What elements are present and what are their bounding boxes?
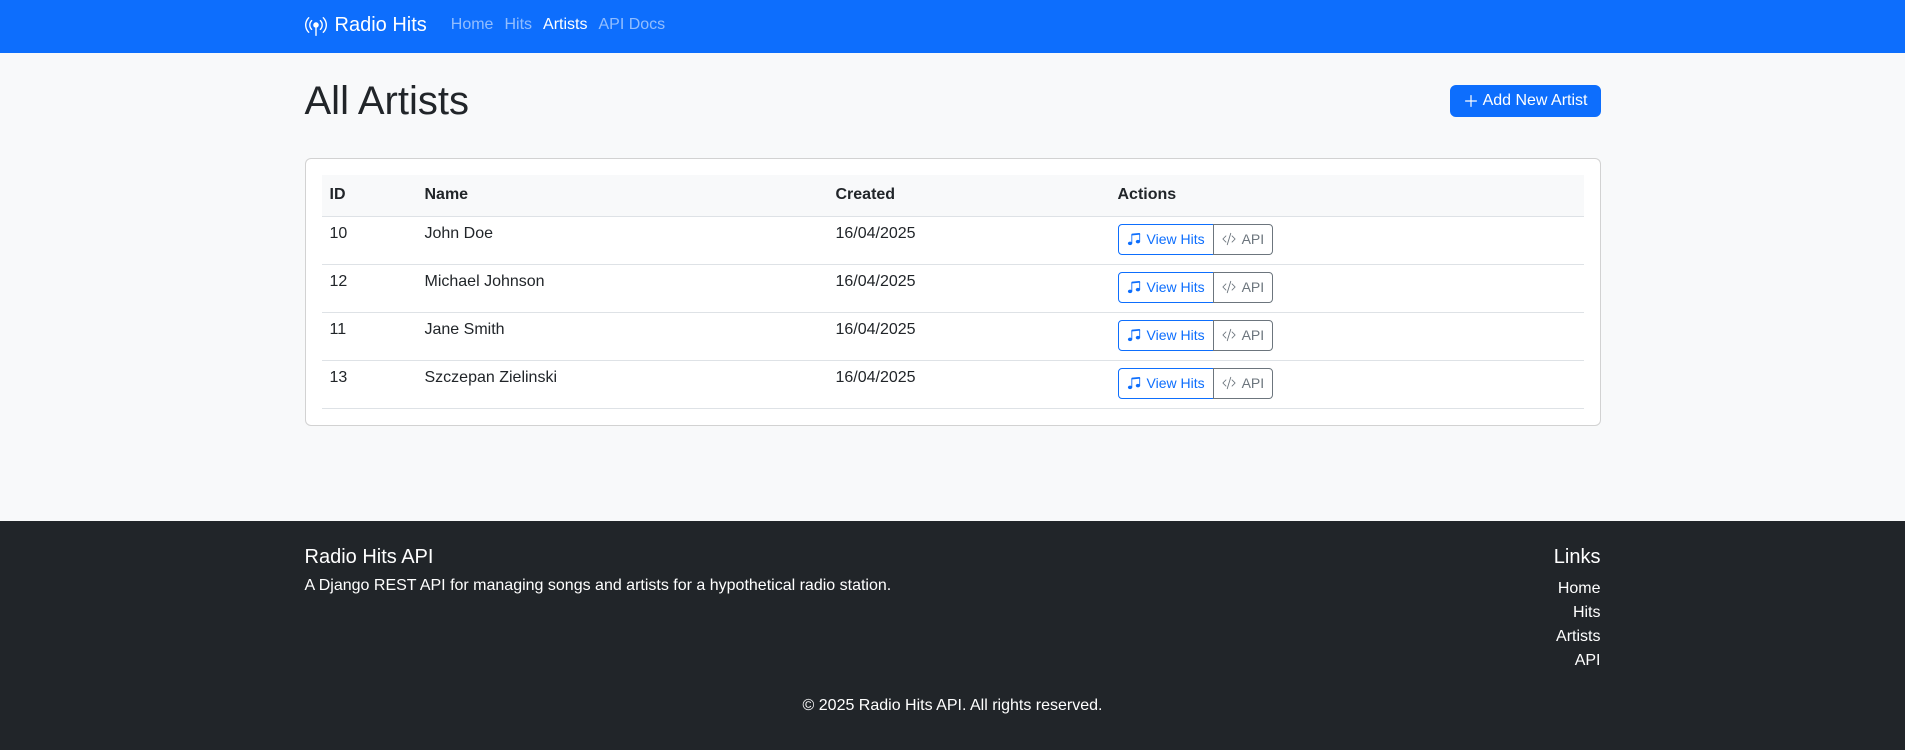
api-label: API xyxy=(1241,327,1265,343)
table-row: 13 Szczepan Zielinski 16/04/2025 View Hits A… xyxy=(321,360,1584,409)
api-button[interactable]: API xyxy=(1212,367,1274,399)
add-artist-button[interactable]: Add New Artist xyxy=(1449,85,1601,117)
view-hits-label: View Hits xyxy=(1146,279,1205,295)
view-hits-button[interactable]: View Hits xyxy=(1117,271,1214,303)
view-hits-label: View Hits xyxy=(1146,231,1205,247)
brand-label: Radio Hits xyxy=(334,13,427,36)
api-button[interactable]: API xyxy=(1212,319,1274,351)
main-content: All Artists Add New Artist ID Name Creat… xyxy=(0,53,1905,521)
table-header-row: ID Name Created Actions xyxy=(321,175,1584,217)
footer-link-home[interactable]: Home xyxy=(1558,580,1601,597)
nav-artists[interactable]: Artists xyxy=(543,16,587,34)
nav-api-docs[interactable]: API Docs xyxy=(598,16,665,34)
nav-home[interactable]: Home xyxy=(451,16,494,34)
footer-about: Radio Hits API A Django REST API for man… xyxy=(305,545,892,673)
action-button-group: View Hits API xyxy=(1117,223,1274,255)
code-icon xyxy=(1222,328,1239,342)
footer-links: Links Home Hits Artists API xyxy=(1554,545,1601,673)
api-label: API xyxy=(1241,375,1265,391)
api-label: API xyxy=(1241,279,1265,295)
api-button[interactable]: API xyxy=(1212,271,1274,303)
music-note-icon xyxy=(1127,232,1144,246)
artist-id: 12 xyxy=(321,264,417,313)
artist-created: 16/04/2025 xyxy=(827,360,1110,409)
music-note-icon xyxy=(1127,280,1144,294)
artist-actions: View Hits API xyxy=(1109,360,1584,409)
table-row: 11 Jane Smith 16/04/2025 View Hits API xyxy=(321,312,1584,361)
artist-actions: View Hits API xyxy=(1109,312,1584,361)
artist-created: 16/04/2025 xyxy=(827,216,1110,265)
code-icon xyxy=(1222,232,1239,246)
header-name: Name xyxy=(416,175,828,217)
action-button-group: View Hits API xyxy=(1117,319,1274,351)
artists-card: ID Name Created Actions 10 John Doe 16/04/… xyxy=(304,158,1601,426)
footer-links-title: Links xyxy=(1553,546,1601,568)
header-id: ID xyxy=(321,175,417,217)
view-hits-button[interactable]: View Hits xyxy=(1117,367,1214,399)
artist-name: Michael Johnson xyxy=(416,264,828,313)
table-row: 12 Michael Johnson 16/04/2025 View Hits API xyxy=(321,264,1584,313)
header-actions: Actions xyxy=(1109,175,1584,217)
view-hits-button[interactable]: View Hits xyxy=(1117,319,1214,351)
footer: Radio Hits API A Django REST API for man… xyxy=(0,521,1905,750)
nav-hits[interactable]: Hits xyxy=(504,16,532,34)
artist-name: Jane Smith xyxy=(416,312,828,361)
footer-link-hits[interactable]: Hits xyxy=(1573,604,1601,621)
api-button[interactable]: API xyxy=(1212,223,1274,255)
navbar: Radio Hits Home Hits Artists API Docs xyxy=(0,0,1905,53)
artists-table: ID Name Created Actions 10 John Doe 16/04/… xyxy=(321,175,1584,409)
artist-id: 10 xyxy=(321,216,417,265)
view-hits-button[interactable]: View Hits xyxy=(1117,223,1214,255)
artist-actions: View Hits API xyxy=(1109,264,1584,313)
artist-id: 11 xyxy=(321,312,417,361)
api-label: API xyxy=(1241,231,1265,247)
footer-description: A Django REST API for managing songs and… xyxy=(304,577,892,594)
action-button-group: View Hits API xyxy=(1117,271,1274,303)
header-created: Created xyxy=(827,175,1110,217)
artist-created: 16/04/2025 xyxy=(827,312,1110,361)
footer-link-artists[interactable]: Artists xyxy=(1556,628,1600,645)
code-icon xyxy=(1222,376,1239,390)
table-row: 10 John Doe 16/04/2025 View Hits API xyxy=(321,216,1584,265)
artist-id: 13 xyxy=(321,360,417,409)
copyright: © 2025 Radio Hits API. All rights reserv… xyxy=(802,697,1103,714)
add-artist-label: Add New Artist xyxy=(1482,92,1588,109)
artist-created: 16/04/2025 xyxy=(827,264,1110,313)
code-icon xyxy=(1222,280,1239,294)
page-title: All Artists xyxy=(304,79,469,123)
view-hits-label: View Hits xyxy=(1146,375,1205,391)
artist-actions: View Hits API xyxy=(1109,216,1584,265)
music-note-icon xyxy=(1127,328,1144,342)
brand-link[interactable]: Radio Hits xyxy=(304,13,427,37)
artist-name: John Doe xyxy=(416,216,828,265)
footer-title: Radio Hits API xyxy=(304,546,434,568)
plus-icon xyxy=(1464,95,1477,107)
view-hits-label: View Hits xyxy=(1146,327,1205,343)
action-button-group: View Hits API xyxy=(1117,367,1274,399)
music-note-icon xyxy=(1127,376,1144,390)
artist-name: Szczepan Zielinski xyxy=(416,360,828,409)
footer-link-api[interactable]: API xyxy=(1575,652,1601,669)
broadcast-icon xyxy=(304,17,327,36)
